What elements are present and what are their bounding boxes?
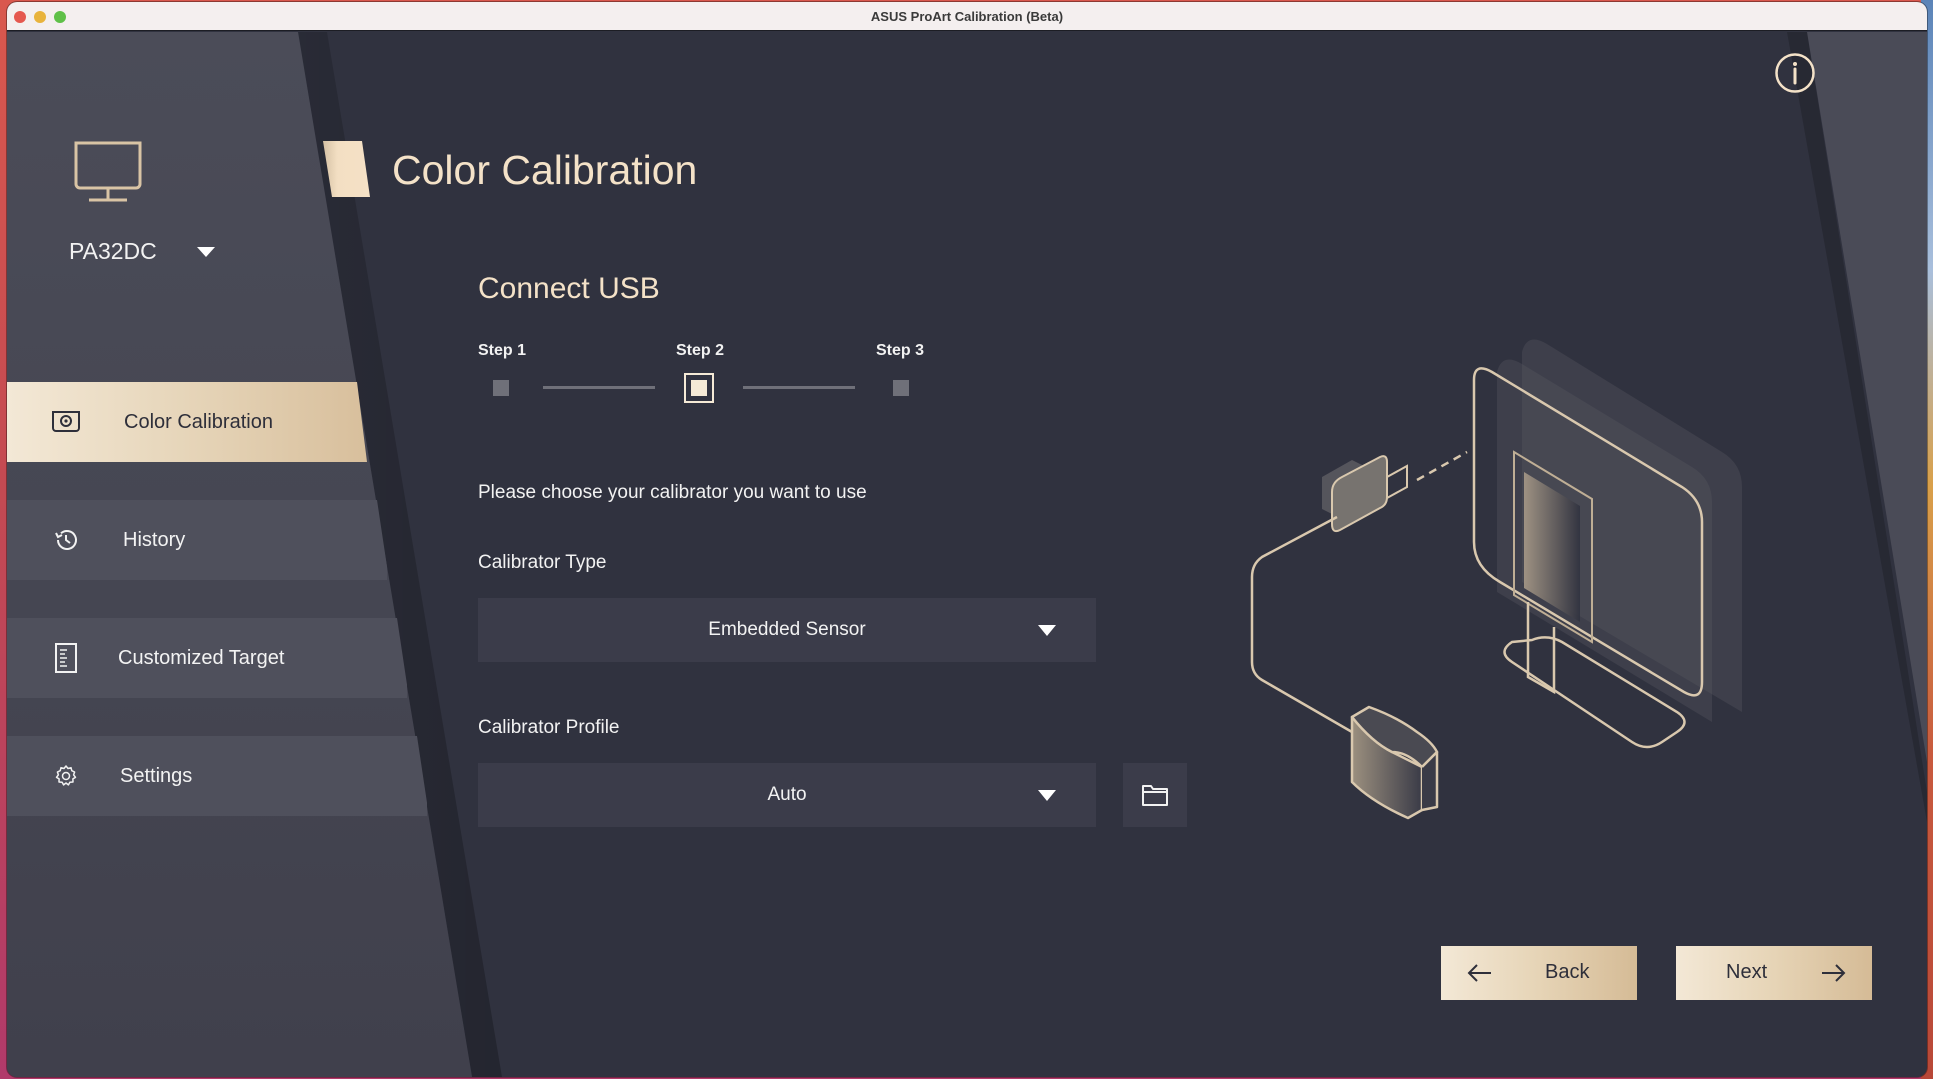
calibrator-type-select[interactable]: Embedded Sensor xyxy=(478,598,1096,662)
step-marker-3 xyxy=(893,380,909,396)
arrow-left-icon xyxy=(1467,964,1491,982)
step-marker-1 xyxy=(493,380,509,396)
next-button[interactable]: Next xyxy=(1676,946,1872,1000)
sidebar-item-label: Settings xyxy=(120,764,193,787)
back-button-label: Back xyxy=(1545,961,1590,983)
history-icon xyxy=(51,525,81,555)
browse-profile-button[interactable] xyxy=(1123,763,1187,827)
chevron-down-icon xyxy=(1038,625,1056,636)
gear-icon xyxy=(51,761,81,791)
step-label: Step 1 xyxy=(478,342,527,359)
step-label: Step 2 xyxy=(676,342,725,359)
step-connector xyxy=(743,386,855,389)
sidebar-item-label: History xyxy=(123,528,186,551)
calibrator-type-value: Embedded Sensor xyxy=(708,619,866,640)
next-button-label: Next xyxy=(1726,961,1768,983)
back-button[interactable]: Back xyxy=(1441,946,1637,1000)
folder-icon xyxy=(1142,785,1168,806)
usb-calibrator-illustration xyxy=(1250,339,1742,820)
title-bar: ASUS ProArt Calibration (Beta) xyxy=(7,2,1927,31)
calibrator-profile-select[interactable]: Auto xyxy=(478,763,1096,827)
section-title: Connect USB xyxy=(478,272,660,305)
chevron-down-icon xyxy=(1038,790,1056,801)
instruction-text: Please choose your calibrator you want t… xyxy=(478,482,867,503)
calibrator-type-label: Calibrator Type xyxy=(478,552,607,573)
sidebar-item-color-calibration[interactable]: Color Calibration xyxy=(7,382,367,462)
sidebar-item-customized-target[interactable]: Customized Target xyxy=(7,618,407,698)
device-selector[interactable]: PA32DC xyxy=(69,238,157,265)
sidebar-item-label: Color Calibration xyxy=(124,410,273,433)
sidebar-item-settings[interactable]: Settings xyxy=(7,736,427,816)
info-icon[interactable] xyxy=(1774,52,1816,94)
step-connector xyxy=(543,386,655,389)
document-icon xyxy=(51,643,81,673)
app-content: PA32DC Color Calibration History Customi… xyxy=(7,32,1927,1077)
monitor-icon xyxy=(74,141,142,202)
sidebar-item-history[interactable]: History xyxy=(7,500,387,580)
caret-down-icon[interactable] xyxy=(197,247,215,257)
step-label: Step 3 xyxy=(876,342,925,359)
sidebar-item-label: Customized Target xyxy=(118,646,285,669)
app-window: ASUS ProArt Calibration (Beta) PA32DC Co… xyxy=(7,2,1927,1077)
calibrator-profile-label: Calibrator Profile xyxy=(478,717,620,738)
calibrator-profile-value: Auto xyxy=(767,784,807,805)
calibration-device-icon xyxy=(51,407,81,437)
page-title: Color Calibration xyxy=(392,147,698,193)
arrow-right-icon xyxy=(1822,964,1846,982)
step-marker-2 xyxy=(684,373,714,403)
window-title: ASUS ProArt Calibration (Beta) xyxy=(870,9,1064,24)
